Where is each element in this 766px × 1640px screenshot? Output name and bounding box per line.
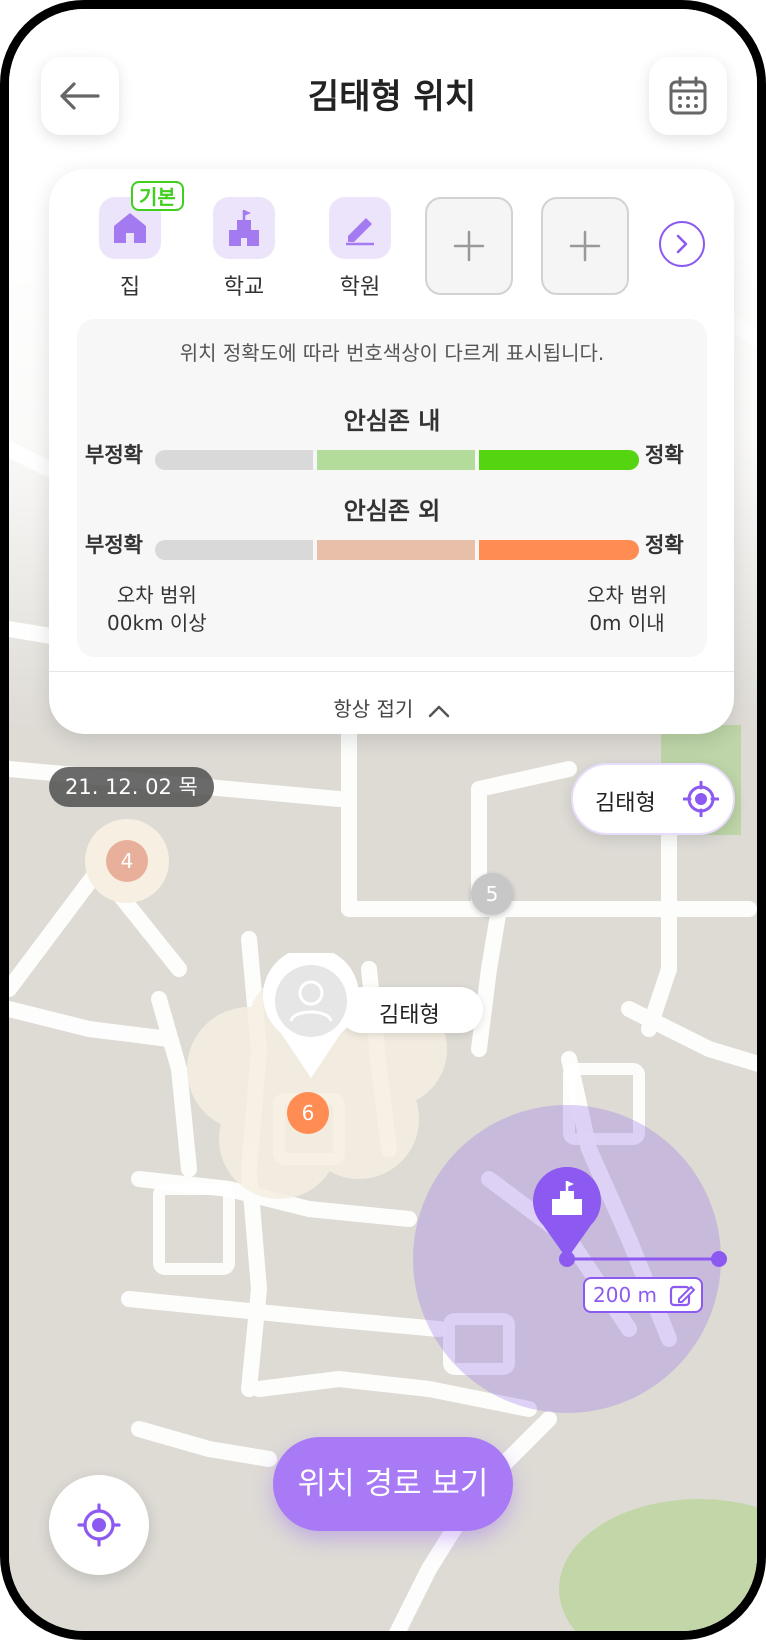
view-route-button[interactable]: 위치 경로 보기: [273, 1437, 513, 1531]
edit-icon: [669, 1285, 695, 1307]
place-school-tile: [213, 197, 275, 259]
error-range-right-title: 오차 범위: [587, 583, 667, 607]
home-icon: [114, 213, 146, 243]
calendar-icon: [669, 76, 707, 115]
school-location-pin[interactable]: [529, 1167, 605, 1263]
error-range-right: 오차 범위 0m 이내: [567, 581, 687, 637]
phone-frame: 김태형 위치 집 기본 학교 학원 위치 정확도에 따라 번호색상이 다르게 표…: [0, 0, 766, 1640]
location-marker-5[interactable]: 5: [471, 873, 513, 915]
calendar-button[interactable]: [649, 57, 727, 135]
inside-scale-low: [155, 450, 313, 470]
add-place-button-2[interactable]: [541, 197, 629, 295]
error-range-left-value: 00km 이상: [107, 611, 207, 635]
add-place-button[interactable]: [425, 197, 513, 295]
inside-accurate-label: 정확: [645, 443, 684, 467]
place-academy-label: 학원: [339, 275, 381, 300]
place-home-label: 집: [119, 275, 141, 300]
date-pill: 21. 12. 02 목: [49, 767, 214, 807]
inside-inaccurate-label: 부정확: [85, 443, 143, 467]
outside-inaccurate-label: 부정확: [85, 533, 143, 557]
safe-zone-card: 집 기본 학교 학원 위치 정확도에 따라 번호색상이 다르게 표시됩니다. 안…: [49, 169, 734, 734]
error-range-left: 오차 범위 00km 이상: [107, 581, 207, 637]
place-academy-tile: [329, 197, 391, 259]
locate-child-button[interactable]: 김태형: [571, 763, 735, 835]
outside-scale-low: [155, 540, 313, 560]
card-divider: [49, 671, 734, 672]
user-marker-name: 김태형: [379, 1003, 440, 1028]
collapse-button[interactable]: 항상 접기: [49, 693, 734, 722]
outside-accurate-label: 정확: [645, 533, 684, 557]
plus-icon: [453, 230, 485, 262]
plus-icon: [569, 230, 601, 262]
outside-scale-high: [479, 540, 639, 560]
school-icon: [229, 210, 259, 246]
target-icon: [683, 781, 719, 817]
pencil-icon: [346, 218, 374, 246]
error-range-left-title: 오차 범위: [116, 583, 197, 607]
next-places-button[interactable]: [659, 221, 705, 267]
outside-zone-title: 안심존 외: [343, 497, 441, 525]
default-badge: 기본: [131, 181, 184, 211]
place-school-label: 학교: [223, 275, 265, 300]
outside-scale-mid: [317, 540, 475, 560]
place-school[interactable]: 학교: [199, 197, 289, 301]
inside-scale-high: [479, 450, 639, 470]
inside-scale-mid: [317, 450, 475, 470]
inside-zone-title: 안심존 내: [343, 407, 441, 435]
zone-radius-value: 200 m: [593, 1283, 658, 1307]
target-icon: [77, 1503, 121, 1547]
legend-description: 위치 정확도에 따라 번호색상이 다르게 표시됩니다.: [179, 341, 605, 365]
zone-radius-label[interactable]: 200 m: [583, 1277, 703, 1313]
location-marker-6[interactable]: 6: [287, 1092, 329, 1134]
place-academy[interactable]: 학원: [315, 197, 405, 301]
user-location-pin[interactable]: [261, 953, 361, 1083]
my-location-button[interactable]: [49, 1475, 149, 1575]
chevron-up-icon: [428, 705, 449, 717]
collapse-label: 항상 접기: [333, 697, 414, 721]
chevron-right-icon: [676, 234, 688, 254]
place-home[interactable]: 집: [85, 197, 175, 301]
accuracy-legend: 위치 정확도에 따라 번호색상이 다르게 표시됩니다. 안심존 내 부정확 정확…: [77, 319, 707, 657]
location-marker-4[interactable]: 4: [106, 840, 148, 882]
locate-child-name: 김태형: [595, 791, 656, 816]
error-range-right-value: 0m 이내: [589, 611, 665, 635]
